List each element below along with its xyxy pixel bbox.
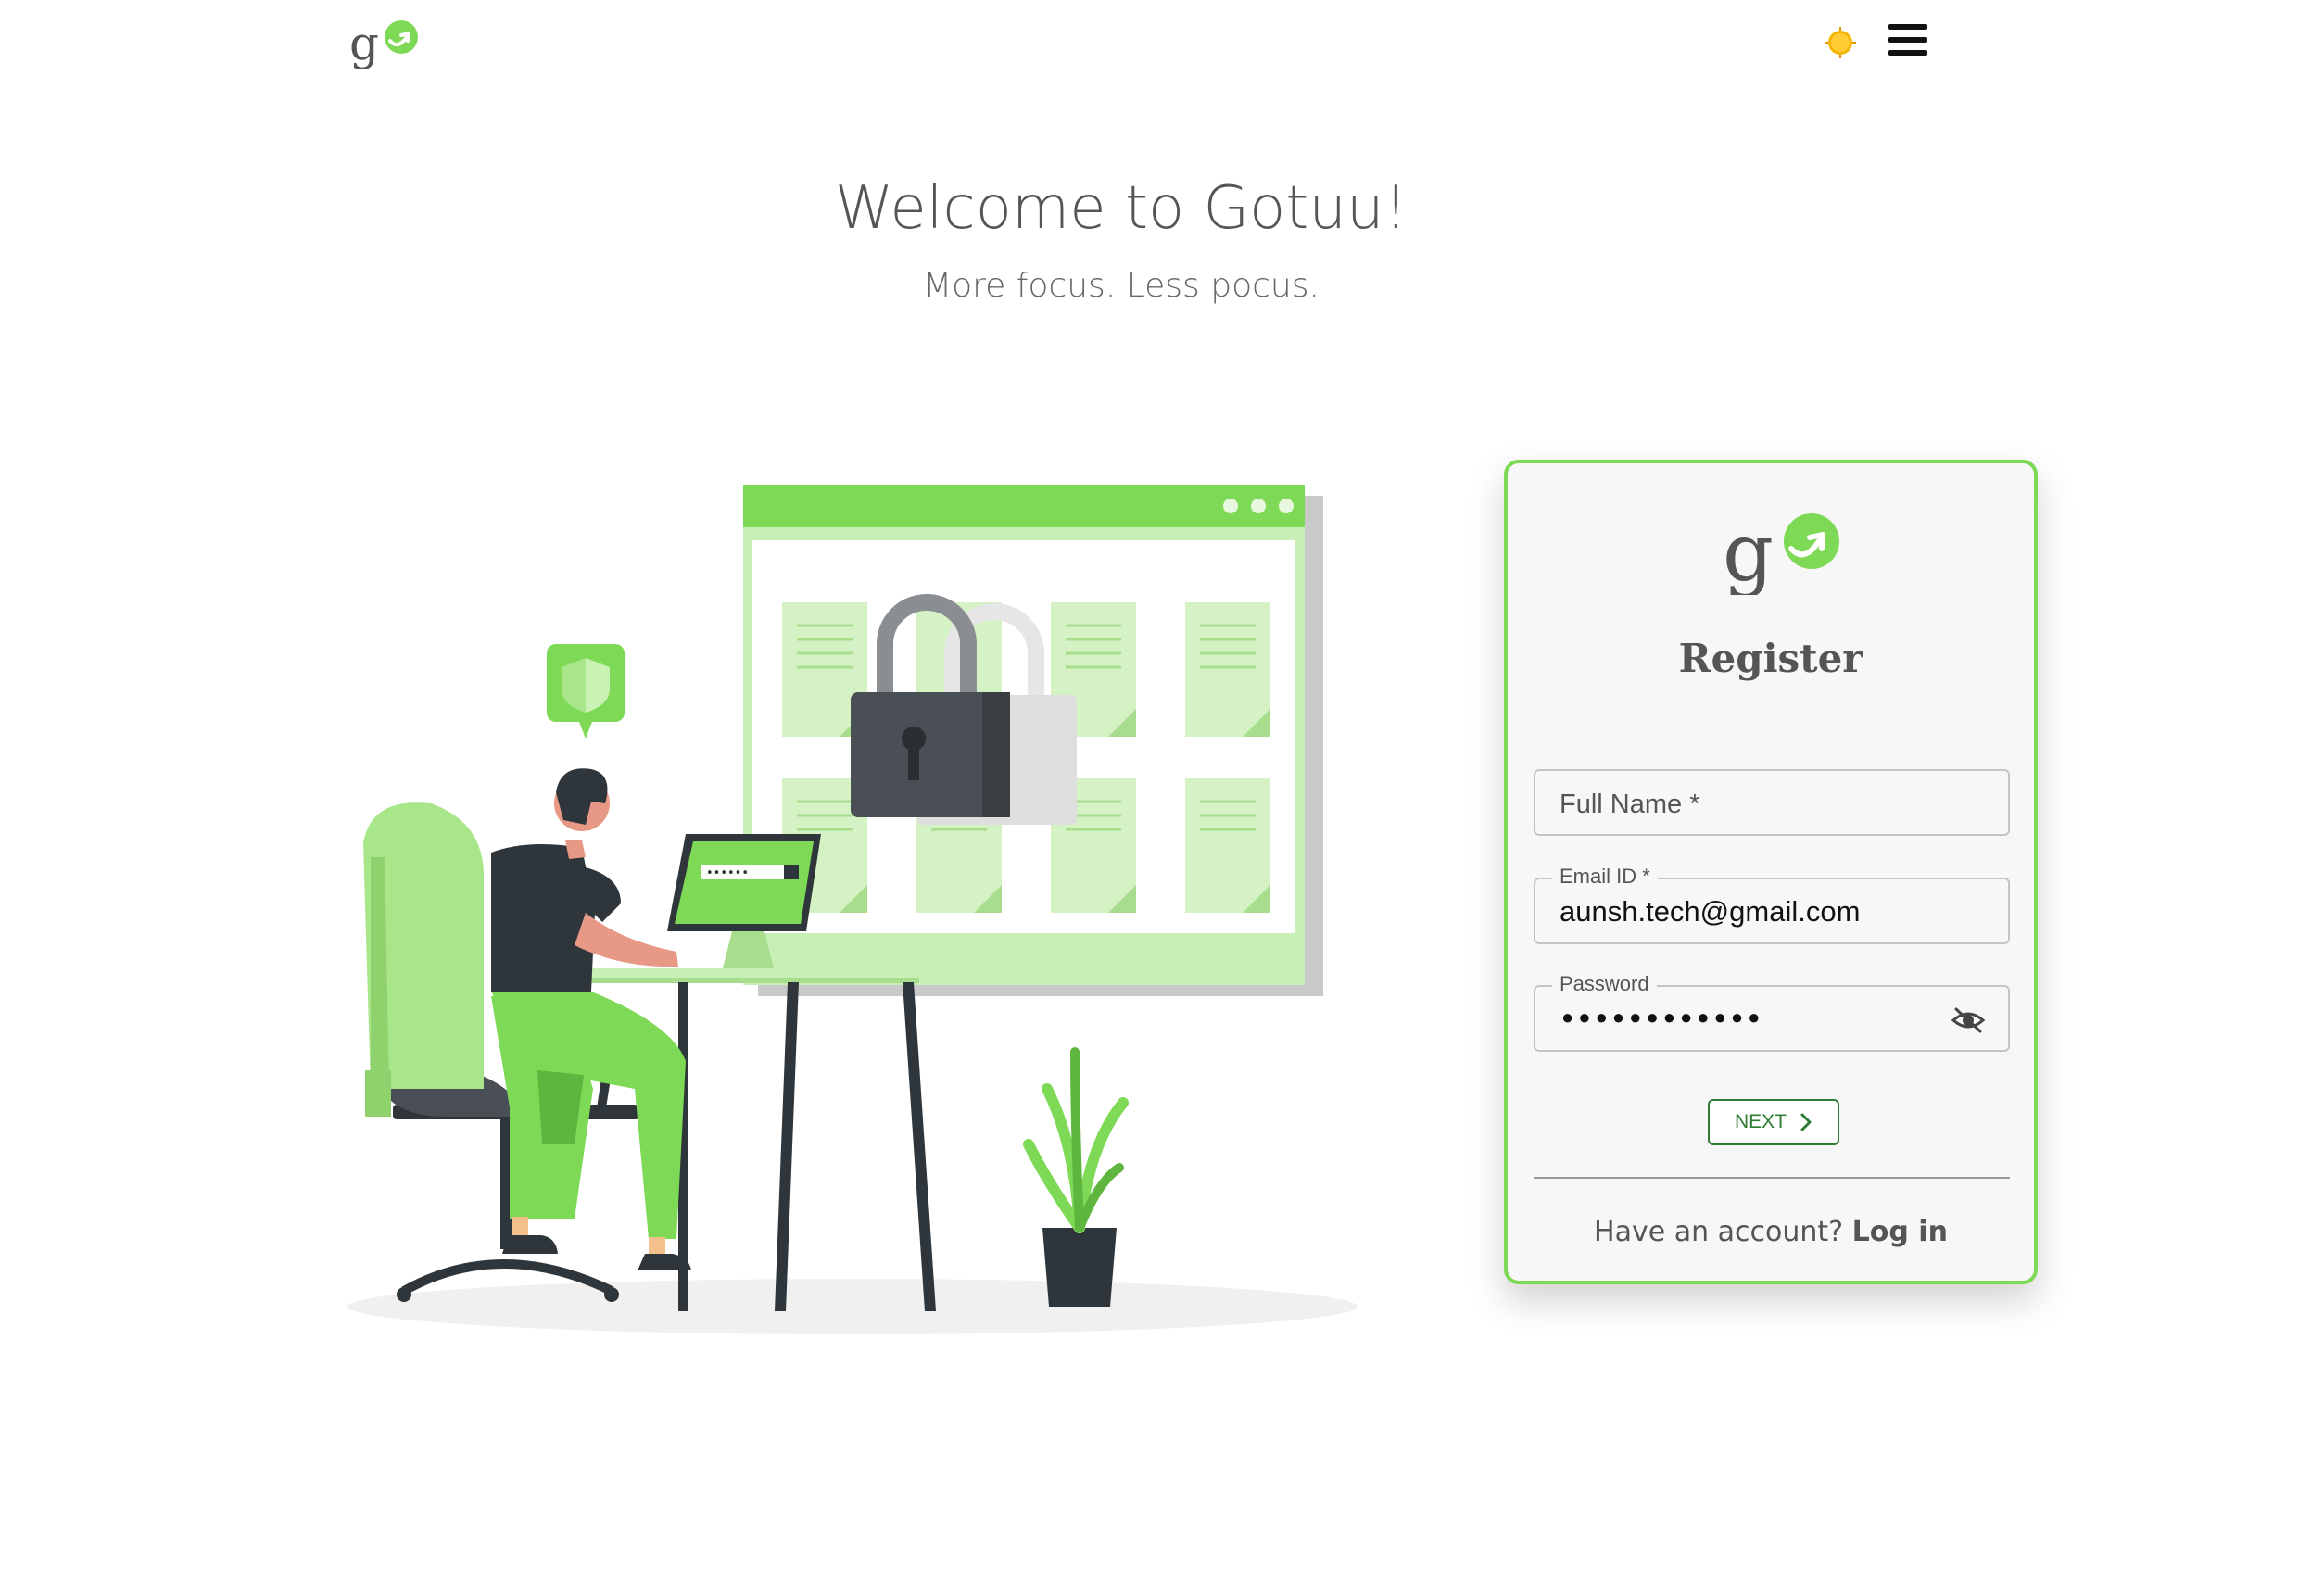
- page-subtitle: More focus. Less pocus.: [923, 267, 1320, 305]
- login-link[interactable]: Log in: [1852, 1216, 1948, 1248]
- full-name-field[interactable]: Full Name *: [1534, 769, 2010, 836]
- divider: [1534, 1177, 2010, 1179]
- hamburger-menu-icon[interactable]: [1888, 24, 1927, 59]
- login-prompt-text: Have an account?: [1594, 1216, 1844, 1248]
- laptop-password-text: ••••••: [706, 866, 749, 880]
- menu-line: [1888, 24, 1927, 30]
- password-label: Password: [1552, 972, 1657, 996]
- menu-line: [1888, 37, 1927, 43]
- register-card: g Register Full Name * Email ID * aunsh.…: [1504, 460, 2038, 1284]
- password-value: ●●●●●●●●●●●●: [1561, 1005, 1765, 1029]
- next-button[interactable]: NEXT: [1708, 1099, 1839, 1145]
- next-button-label: NEXT: [1734, 1111, 1787, 1132]
- gotuu-logo[interactable]: g: [347, 13, 422, 69]
- email-field[interactable]: Email ID * aunsh.tech@gmail.com: [1534, 865, 2010, 944]
- page-title: Welcome to Gotuu!: [834, 174, 1408, 243]
- security-illustration: ••••••: [347, 485, 1358, 1334]
- full-name-placeholder: Full Name *: [1560, 790, 1700, 819]
- email-label: Email ID *: [1552, 865, 1658, 889]
- email-value: aunsh.tech@gmail.com: [1560, 895, 1861, 928]
- svg-text:g: g: [349, 17, 379, 69]
- register-title: Register: [1678, 636, 1863, 681]
- menu-line: [1888, 50, 1927, 56]
- sun-icon[interactable]: [1822, 24, 1859, 61]
- top-bar: g: [0, 0, 2324, 93]
- svg-text:g: g: [1723, 507, 1774, 595]
- password-field[interactable]: Password ●●●●●●●●●●●●: [1534, 972, 2010, 1052]
- chevron-right-icon: [1800, 1113, 1812, 1131]
- gotuu-logo: g: [1723, 507, 1839, 595]
- eye-off-icon[interactable]: [1951, 1005, 1986, 1035]
- login-prompt-line: Have an account? Log in: [1508, 1216, 2034, 1248]
